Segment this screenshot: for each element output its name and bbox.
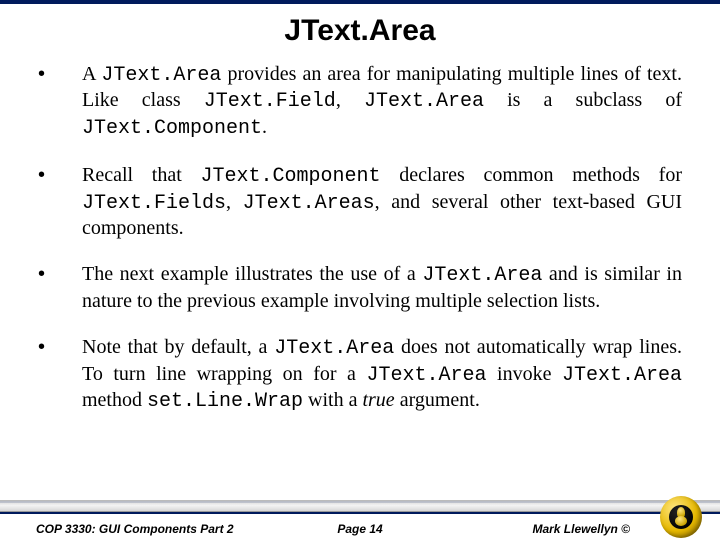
bullet-text: Note that by default, a JText.Area does … xyxy=(82,335,682,414)
footer-author: Mark Llewellyn © xyxy=(532,522,630,536)
bullet-dot: • xyxy=(38,163,82,187)
slide-title: JText.Area xyxy=(0,14,720,48)
footer-accent-line xyxy=(0,512,720,514)
bullet-dot: • xyxy=(38,335,82,359)
list-item: • Note that by default, a JText.Area doe… xyxy=(38,335,682,414)
slide-content: • A JText.Area provides an area for mani… xyxy=(0,62,720,414)
list-item: • Recall that JText.Component declares c… xyxy=(38,163,682,240)
slide-footer: COP 3330: GUI Components Part 2 Page 14 … xyxy=(0,496,720,540)
bullet-text: The next example illustrates the use of … xyxy=(82,262,682,313)
bullet-text: Recall that JText.Component declares com… xyxy=(82,163,682,240)
footer-page: Page 14 xyxy=(337,522,382,536)
top-accent-bar xyxy=(0,0,720,4)
list-item: • The next example illustrates the use o… xyxy=(38,262,682,313)
bullet-text: A JText.Area provides an area for manipu… xyxy=(82,62,682,141)
bullet-dot: • xyxy=(38,62,82,86)
bullet-dot: • xyxy=(38,262,82,286)
ucf-logo-icon xyxy=(660,496,702,538)
bullet-list: • A JText.Area provides an area for mani… xyxy=(38,62,682,414)
footer-course: COP 3330: GUI Components Part 2 xyxy=(36,522,234,536)
list-item: • A JText.Area provides an area for mani… xyxy=(38,62,682,141)
footer-divider-bar xyxy=(0,500,720,512)
